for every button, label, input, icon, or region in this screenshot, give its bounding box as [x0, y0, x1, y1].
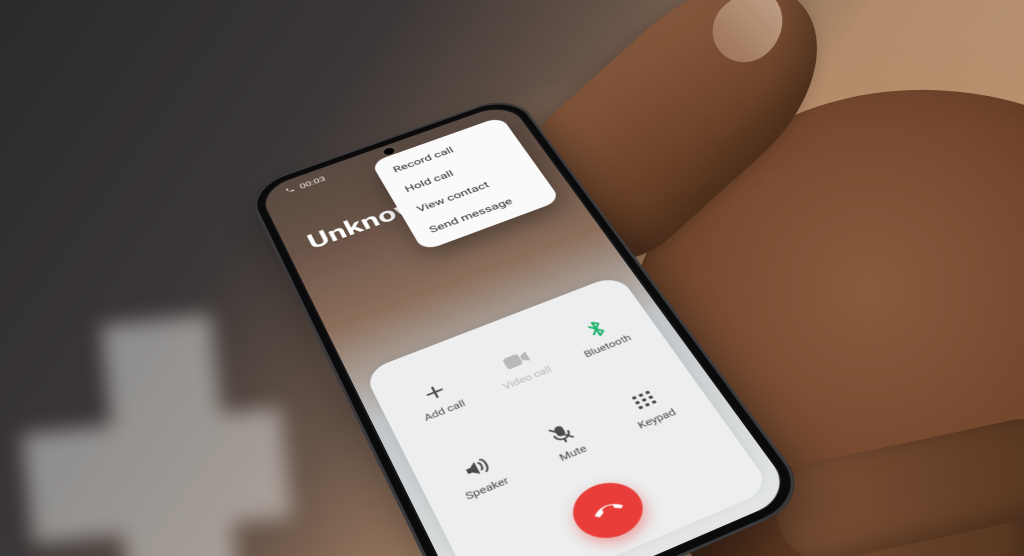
add-call-button[interactable]: Add call	[378, 347, 501, 453]
video-icon	[499, 346, 534, 374]
end-call-icon	[585, 491, 632, 530]
end-call-button[interactable]	[562, 473, 654, 548]
keypad-label: Keypad	[635, 406, 678, 431]
speaker-label: Speaker	[463, 474, 511, 502]
video-call-label: Video call	[500, 364, 553, 392]
bluetooth-label: Bluetooth	[582, 332, 634, 359]
bluetooth-button[interactable]: Bluetooth	[539, 287, 664, 387]
phone-call-icon	[283, 186, 296, 196]
phone-screen: 00:03 Unknown Record call Hold call View…	[258, 102, 796, 556]
video-call-button[interactable]: Video call	[459, 317, 583, 420]
add-call-label: Add call	[422, 397, 467, 422]
plus-icon	[419, 379, 450, 406]
call-controls-panel: Add call Video call Bluetooth	[363, 274, 772, 556]
call-duration: 00:03	[298, 175, 327, 191]
phone-device: 00:03 Unknown Record call Hold call View…	[244, 93, 814, 556]
photo-background: 00:03 Unknown Record call Hold call View…	[0, 0, 1024, 556]
mute-icon	[545, 420, 577, 448]
keypad-button[interactable]: Keypad	[583, 354, 716, 463]
speaker-button[interactable]: Speaker	[416, 419, 546, 535]
